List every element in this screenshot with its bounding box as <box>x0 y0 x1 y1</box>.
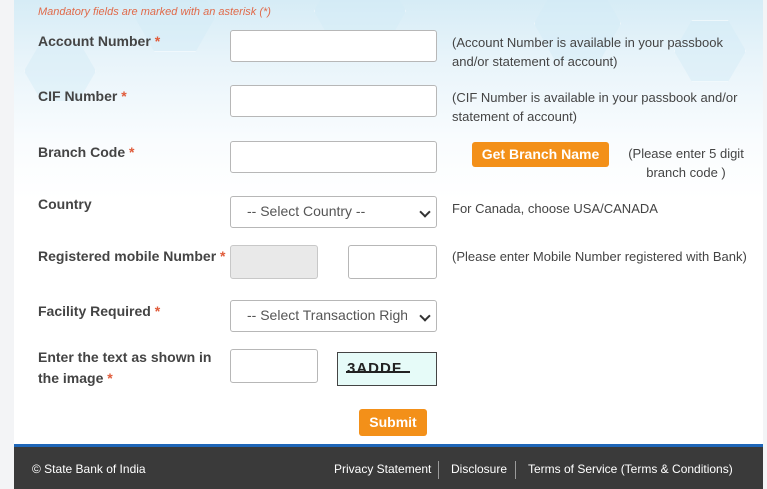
required-asterisk: * <box>121 88 127 104</box>
footer-link-privacy[interactable]: Privacy Statement <box>334 462 431 476</box>
footer-separator <box>515 461 516 479</box>
chevron-down-icon <box>419 206 431 218</box>
mobile-country-code-input <box>230 245 318 279</box>
cif-number-label: CIF Number * <box>38 88 127 104</box>
required-asterisk: * <box>220 248 226 264</box>
branch-code-label: Branch Code * <box>38 144 135 160</box>
captcha-strike-line <box>346 371 410 373</box>
country-select[interactable]: -- Select Country -- <box>230 196 437 228</box>
captcha-label: Enter the text as shown in the image * <box>38 349 212 386</box>
country-select-value: -- Select Country -- <box>247 203 366 219</box>
required-asterisk: * <box>129 144 135 160</box>
required-asterisk: * <box>154 33 161 49</box>
footer-copyright: © State Bank of India <box>32 462 146 476</box>
captcha-image: 3ADDF <box>337 352 437 386</box>
chevron-down-icon <box>419 310 431 322</box>
footer-separator <box>438 461 439 479</box>
country-help: For Canada, choose USA/CANADA <box>452 201 658 216</box>
facility-label: Facility Required * <box>38 303 161 319</box>
mobile-label: Registered mobile Number * <box>38 248 226 264</box>
account-number-label: Account Number * <box>38 33 161 49</box>
account-number-help: (Account Number is available in your pas… <box>452 35 723 69</box>
captcha-input[interactable] <box>230 349 318 383</box>
account-number-input[interactable] <box>230 30 437 62</box>
footer: © State Bank of India Privacy Statement … <box>14 444 763 489</box>
facility-select[interactable]: -- Select Transaction Rights -- <box>230 300 437 332</box>
required-asterisk: * <box>154 303 161 319</box>
branch-code-input[interactable] <box>230 141 437 173</box>
cif-number-help: (CIF Number is available in your passboo… <box>452 90 738 124</box>
submit-button[interactable]: Submit <box>359 409 427 436</box>
get-branch-name-button[interactable]: Get Branch Name <box>472 142 609 167</box>
footer-link-disclosure[interactable]: Disclosure <box>451 462 507 476</box>
cif-number-input[interactable] <box>230 85 437 117</box>
country-label: Country <box>38 196 92 212</box>
facility-select-value: -- Select Transaction Rights -- <box>247 307 407 323</box>
mobile-number-input[interactable] <box>348 245 437 279</box>
branch-code-help: (Please enter 5 digit branch code ) <box>628 146 744 180</box>
required-asterisk: * <box>107 370 113 386</box>
mobile-help: (Please enter Mobile Number registered w… <box>452 249 747 264</box>
mandatory-note: Mandatory fields are marked with an aste… <box>38 6 271 18</box>
footer-link-terms[interactable]: Terms of Service (Terms & Conditions) <box>528 462 733 476</box>
